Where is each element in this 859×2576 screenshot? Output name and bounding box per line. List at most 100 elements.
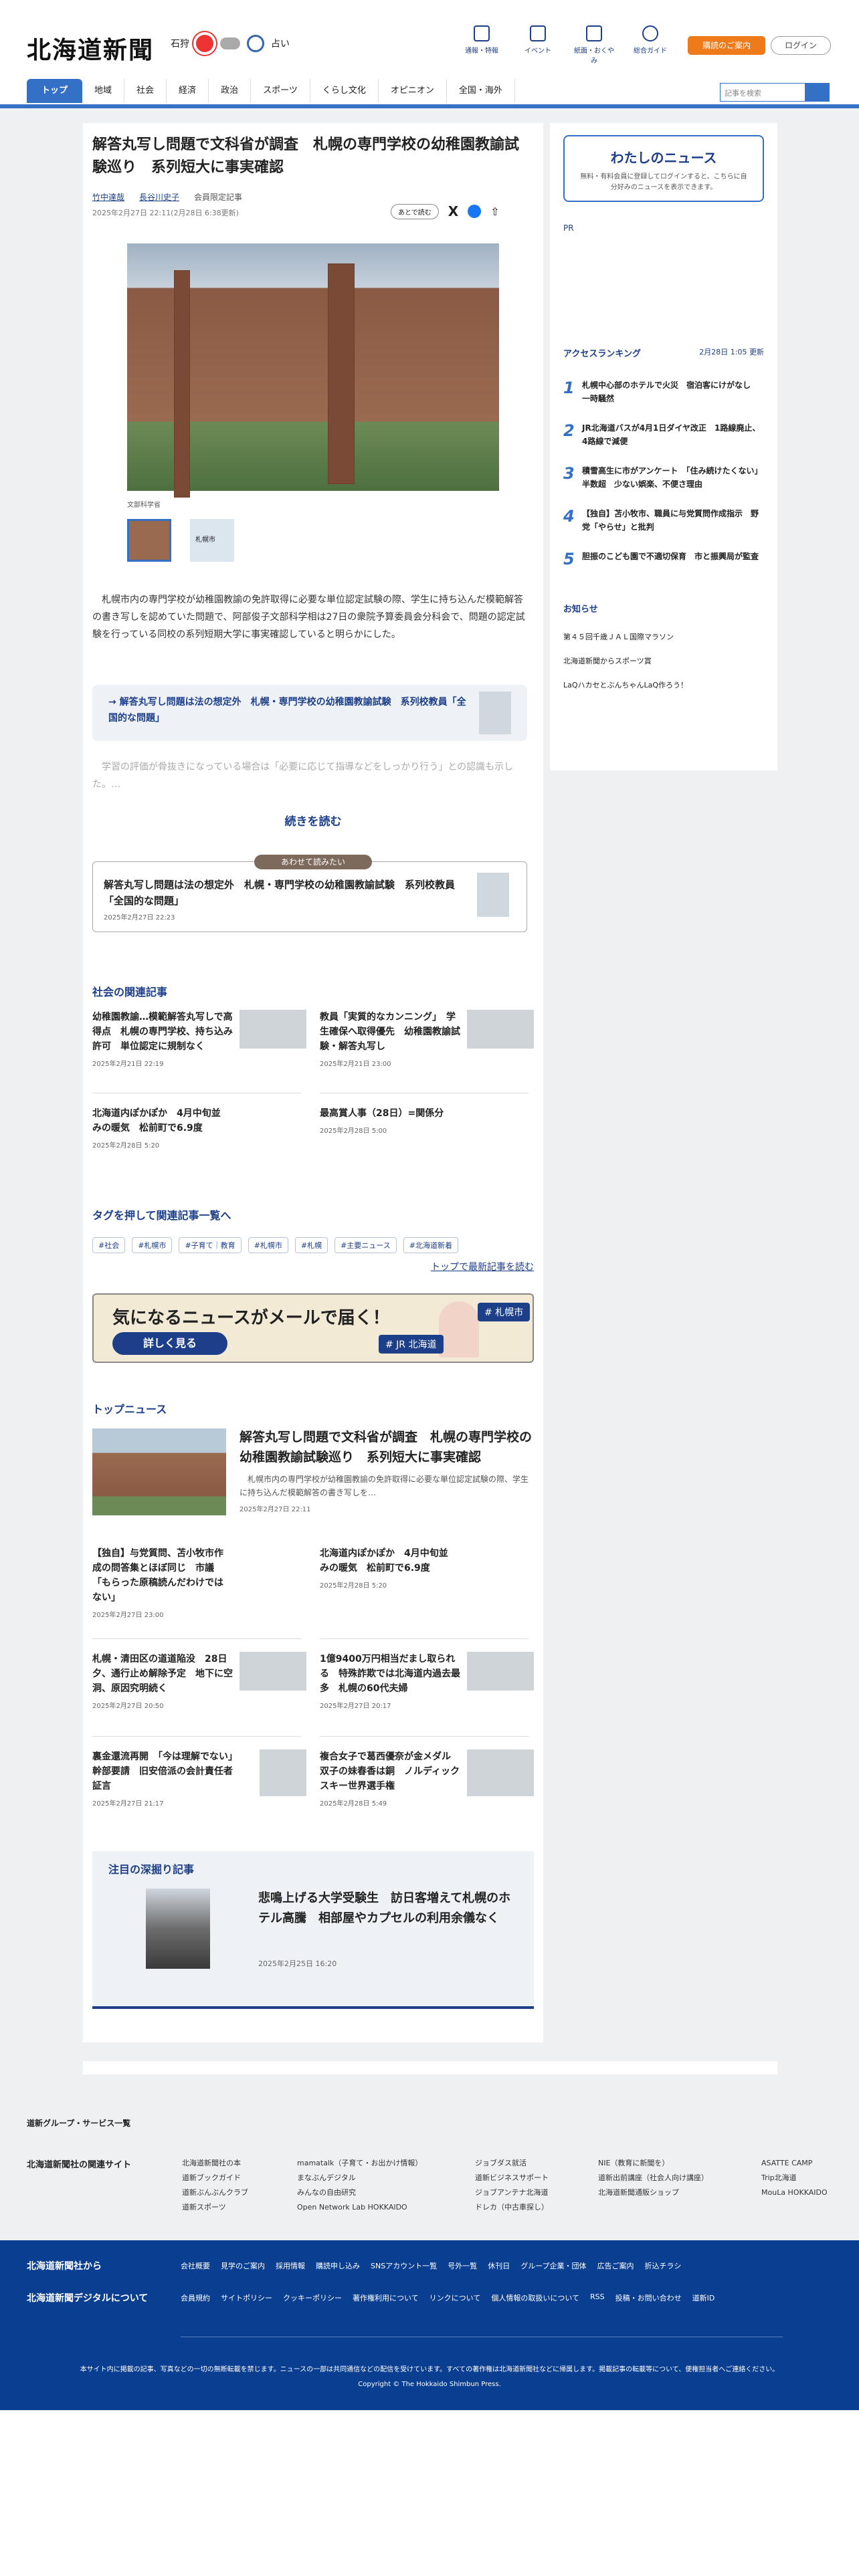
- nav-sports[interactable]: スポーツ: [251, 79, 310, 103]
- item-thumb: [467, 1010, 534, 1049]
- recommend-card[interactable]: 解答丸写し問題は法の想定外 札幌・専門学校の幼稚園教諭試験 系列校教員「全国的な…: [92, 861, 527, 932]
- list-item[interactable]: 教員「実質的なカンニング」 学生確保へ取得優先 幼稚園教諭試験・解答丸写し 202…: [320, 1010, 534, 1068]
- ranking-item[interactable]: 5 胆振のこども園で不適切保育 市と振興局が監査: [563, 550, 764, 567]
- blue-footer: 北海道新聞社から 北海道新聞デジタルについて 会社概要 見学のご案内 採用情報 購読申…: [0, 2240, 859, 2410]
- share-icon[interactable]: ⇧: [490, 205, 499, 218]
- nav-economy[interactable]: 経済: [167, 79, 209, 103]
- event-link[interactable]: イベント: [518, 25, 558, 65]
- tag-chip[interactable]: #札幌市: [132, 1237, 173, 1253]
- ranking-item[interactable]: 4 【独自】苫小牧市、職員に与党質問作成指示 野党「やらせ」と批判: [563, 507, 764, 534]
- newsletter-banner[interactable]: 気になるニュースがメールで届く！ 詳しく見る # JR 北海道 # 札幌市: [92, 1293, 534, 1363]
- ranking-date: 2月28日 1:05 更新: [699, 348, 764, 356]
- photo-thumb[interactable]: 札幌市: [190, 519, 234, 562]
- cloud-icon: [220, 37, 240, 49]
- ranking-item[interactable]: 1 札幌中心部のホテルで火災 宿泊客にけがなし 一時騒然: [563, 379, 764, 405]
- notice-item[interactable]: 北海道新聞からスポーツ賞: [563, 655, 652, 666]
- fortune-label[interactable]: 占い: [271, 37, 290, 50]
- section-heading: タグを押して関連記事一覧へ: [92, 1209, 231, 1222]
- author-link[interactable]: 竹中達哉: [92, 191, 124, 203]
- list-item[interactable]: 【独自】与党質問、苫小牧市作成の問答集とほぼ同じ 市議「もらった原稿読んだわけで…: [92, 1546, 306, 1619]
- list-item[interactable]: 北海道内ぽかぽか 4月中旬並みの暖気 松前町で6.9度 2025年2月28日 5:…: [320, 1546, 534, 1590]
- list-item[interactable]: 札幌・清田区の道道陥没 28日夕、通行止め解除予定 地下に空洞、原因究明続く 20…: [92, 1652, 306, 1710]
- tag-chip[interactable]: #社会: [92, 1237, 126, 1253]
- footer-heading: 北海道新聞デジタルについて: [27, 2293, 149, 2304]
- ranking-item[interactable]: 3 積雪高生に市がアンケート 「住み続けたくない」半数超 少ない娯楽、不便さ理由: [563, 464, 764, 491]
- guide-link[interactable]: 総合ガイド: [630, 25, 670, 65]
- site-logo[interactable]: 北海道新聞: [27, 31, 154, 66]
- report-link[interactable]: 通報・特報: [462, 25, 502, 65]
- inline-related-link[interactable]: → 解答丸写し問題は法の想定外 札幌・専門学校の幼稚園教諭試験 系列校教員「全国…: [92, 685, 527, 741]
- question-icon: [642, 25, 658, 41]
- ranking-heading[interactable]: アクセスランキング: [563, 346, 641, 359]
- nav-culture[interactable]: くらし文化: [310, 79, 379, 103]
- nav-opinion[interactable]: オピニオン: [379, 79, 447, 103]
- search-icon[interactable]: [805, 83, 830, 102]
- item-thumb: [467, 1652, 534, 1691]
- read-later-button[interactable]: あとで読む: [391, 203, 439, 219]
- nav-region[interactable]: 地域: [82, 79, 125, 103]
- photo-thumb-selected[interactable]: [127, 519, 171, 562]
- list-item[interactable]: 最高賞人事（28日）=関係分 2025年2月28日 5:00: [320, 1106, 534, 1135]
- divider: [92, 1736, 301, 1737]
- login-button[interactable]: ログイン: [771, 36, 831, 55]
- my-news-box[interactable]: わたしのニュース 無料・有料会員に登録してログインすると、こちらに自分好みのニュ…: [563, 135, 764, 202]
- article-photo[interactable]: [127, 243, 499, 498]
- search-input[interactable]: 記事を検索: [720, 83, 805, 102]
- banner-button[interactable]: 詳しく見る: [112, 1332, 227, 1355]
- list-item[interactable]: 複合女子で葛西優奈が金メダル 双子の妹春香は銅 ノルディックスキー世界選手権 20…: [320, 1749, 534, 1808]
- ranking-item[interactable]: 2 JR北海道バスが4月1日ダイヤ改正 1路線廃止、4路線で減便: [563, 421, 764, 448]
- nav-politics[interactable]: 政治: [209, 79, 252, 103]
- group-services-link[interactable]: 道新グループ・サービス一覧: [27, 2117, 130, 2129]
- divider: [92, 1638, 301, 1639]
- facebook-share-icon[interactable]: [468, 205, 482, 218]
- article-date: 2025年2月27日 22:11(2月28日 6:38更新): [92, 209, 239, 217]
- list-item[interactable]: 北海道内ぽかぽか 4月中旬並みの暖気 松前町で6.9度 2025年2月28日 5:…: [92, 1106, 306, 1150]
- related-thumb: [479, 691, 511, 734]
- subscribe-button[interactable]: 購読のご案内: [688, 36, 765, 55]
- list-item[interactable]: 1億9400万円相当だまし取られる 特殊詐欺では北海道内過去最多 札幌の60代夫…: [320, 1652, 534, 1710]
- divider: [320, 1736, 529, 1737]
- members-badge: 会員限定記事: [194, 193, 243, 202]
- tag-chip[interactable]: #北海道新着: [403, 1237, 458, 1253]
- nav-national[interactable]: 全国・海外: [447, 79, 515, 103]
- fortune-icon: [247, 35, 264, 52]
- copyright: Copyright © The Hokkaido Shimbun Press.: [358, 2381, 501, 2388]
- deep-dive-card[interactable]: 注目の深掘り記事 悲鳴上げる大学受験生 訪日客増えて札幌のホテル高騰 相部屋やカ…: [92, 1851, 534, 2009]
- weather-widget[interactable]: 石狩 占い: [171, 35, 290, 52]
- tag-chip[interactable]: #子育て｜教育: [179, 1237, 242, 1253]
- notice-item[interactable]: LaQハカセとぶんちゃんLaQ作ろう！: [563, 679, 688, 690]
- list-item[interactable]: 幼稚園教諭…模範解答丸写しで高得点 札幌の専門学校、持ち込み許可 単位認定に規制…: [92, 1010, 306, 1068]
- page-bottom: [0, 2410, 859, 2576]
- flag-icon: [474, 25, 490, 41]
- footer-col: mamatalk（子育て・お出かけ情報） まなぶんデジタル みんなの自由研究 Open…: [297, 2159, 423, 2212]
- footer-col: ジョブダス就活 道新ビジネスサポート ジョブアンテナ北海道 ドレカ（中古車探し）: [475, 2159, 549, 2212]
- building-tower: [328, 263, 355, 484]
- deep-dive-image: [146, 1889, 210, 1969]
- author-link[interactable]: 長谷川史子: [139, 191, 179, 203]
- tag-chip[interactable]: #札幌: [294, 1237, 328, 1253]
- pr-label: PR: [563, 223, 574, 233]
- tag-chip[interactable]: #札幌市: [248, 1237, 288, 1253]
- paper-link[interactable]: 紙面・おくやみ: [574, 25, 614, 65]
- copyright-note: 本サイト内に掲載の記事、写真などの一切の無断転載を禁じます。ニュースの一部は共同…: [80, 2366, 779, 2373]
- tag-chip[interactable]: #主要ニュース: [335, 1237, 397, 1253]
- footer-links: 会社概要 見学のご案内 採用情報 購読申し込み SNSアカウント一覧 号外一覧 休刊日 グルー…: [181, 2262, 682, 2270]
- paper-icon: [586, 25, 602, 41]
- article-fade-text: 学習の評価が骨抜きになっている場合は「必要に応じて指導などをしっかり行う」との認…: [92, 762, 514, 790]
- item-thumb: [467, 1749, 534, 1796]
- item-thumb: [260, 1749, 306, 1796]
- nav-society[interactable]: 社会: [124, 79, 167, 103]
- read-more-button[interactable]: 続きを読む: [83, 812, 543, 829]
- x-share-icon[interactable]: X: [448, 203, 458, 219]
- article-title: 解答丸写し問題で文科省が調査 札幌の専門学校の幼稚園教諭試験巡り 系列短大に事実…: [92, 136, 520, 176]
- share-bar: あとで読む X ⇧: [391, 203, 500, 219]
- nav-top[interactable]: トップ: [27, 79, 83, 103]
- latest-link[interactable]: トップで最新記事を読む: [431, 1260, 534, 1273]
- sun-icon: [196, 35, 213, 52]
- calendar-icon: [530, 25, 546, 41]
- list-item[interactable]: 裏金還流再開 「今は理解でない」幹部要請 旧安倍派の会計責任者証言 2025年2月…: [92, 1749, 306, 1808]
- top-news-main[interactable]: 解答丸写し問題で文科省が調査 札幌の専門学校の幼稚園教諭試験巡り 系列短大に事実…: [240, 1427, 534, 1513]
- top-news-image[interactable]: [92, 1428, 226, 1515]
- related-sites-label: 北海道新聞社の関連サイト: [27, 2160, 132, 2170]
- notice-item[interactable]: 第４５回千歳ＪＡＬ国際マラソン: [563, 631, 674, 642]
